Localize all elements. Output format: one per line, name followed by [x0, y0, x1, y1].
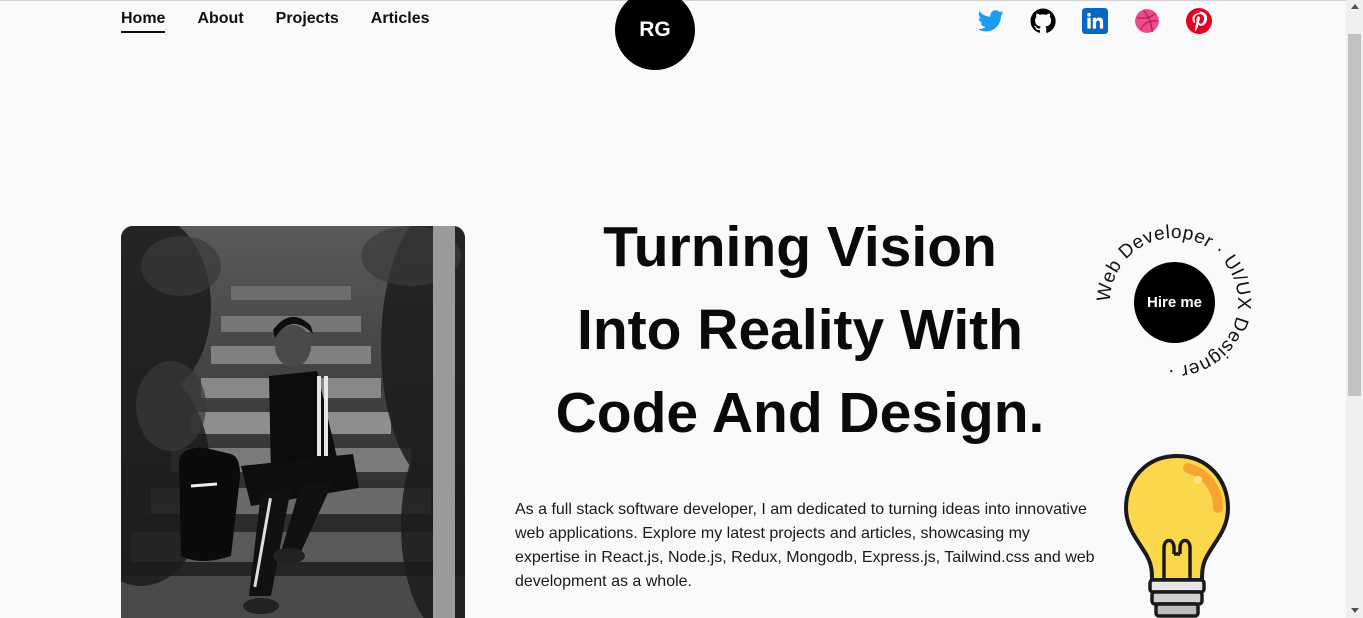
headline-line-3: Code And Design. — [555, 381, 1045, 445]
social-links — [978, 8, 1212, 34]
hire-me-button[interactable]: Hire me — [1134, 262, 1215, 343]
pinterest-icon[interactable] — [1186, 8, 1212, 34]
profile-photo — [121, 226, 465, 618]
hero-description: As a full stack software developer, I am… — [515, 501, 1095, 590]
linkedin-icon[interactable] — [1082, 8, 1108, 34]
headline-line-1: Turning Vision — [603, 215, 997, 279]
hire-me-label: Hire me — [1146, 294, 1203, 311]
scrollbar-thumb[interactable] — [1348, 34, 1361, 396]
main-nav: Home About Projects Articles — [121, 10, 430, 33]
logo-text: RG — [639, 18, 671, 41]
scroll-up-arrow-icon[interactable] — [1351, 4, 1359, 9]
scroll-down-arrow-icon[interactable] — [1351, 608, 1359, 613]
nav-projects-link[interactable]: Projects — [276, 10, 339, 33]
nav-about-link[interactable]: About — [197, 10, 243, 33]
headline-line-2: Into Reality With — [577, 298, 1023, 362]
dribbble-icon[interactable] — [1134, 8, 1160, 34]
nav-home-link[interactable]: Home — [121, 10, 166, 33]
nav-articles-link[interactable]: Articles — [371, 10, 430, 33]
github-icon[interactable] — [1030, 8, 1056, 34]
hero-headline: Turning Vision Into Reality With Code An… — [505, 206, 1095, 455]
lightbulb-icon — [1123, 453, 1231, 618]
vertical-scrollbar[interactable] — [1346, 0, 1363, 618]
site-logo[interactable]: RG — [615, 0, 695, 70]
twitter-icon[interactable] — [978, 8, 1004, 34]
